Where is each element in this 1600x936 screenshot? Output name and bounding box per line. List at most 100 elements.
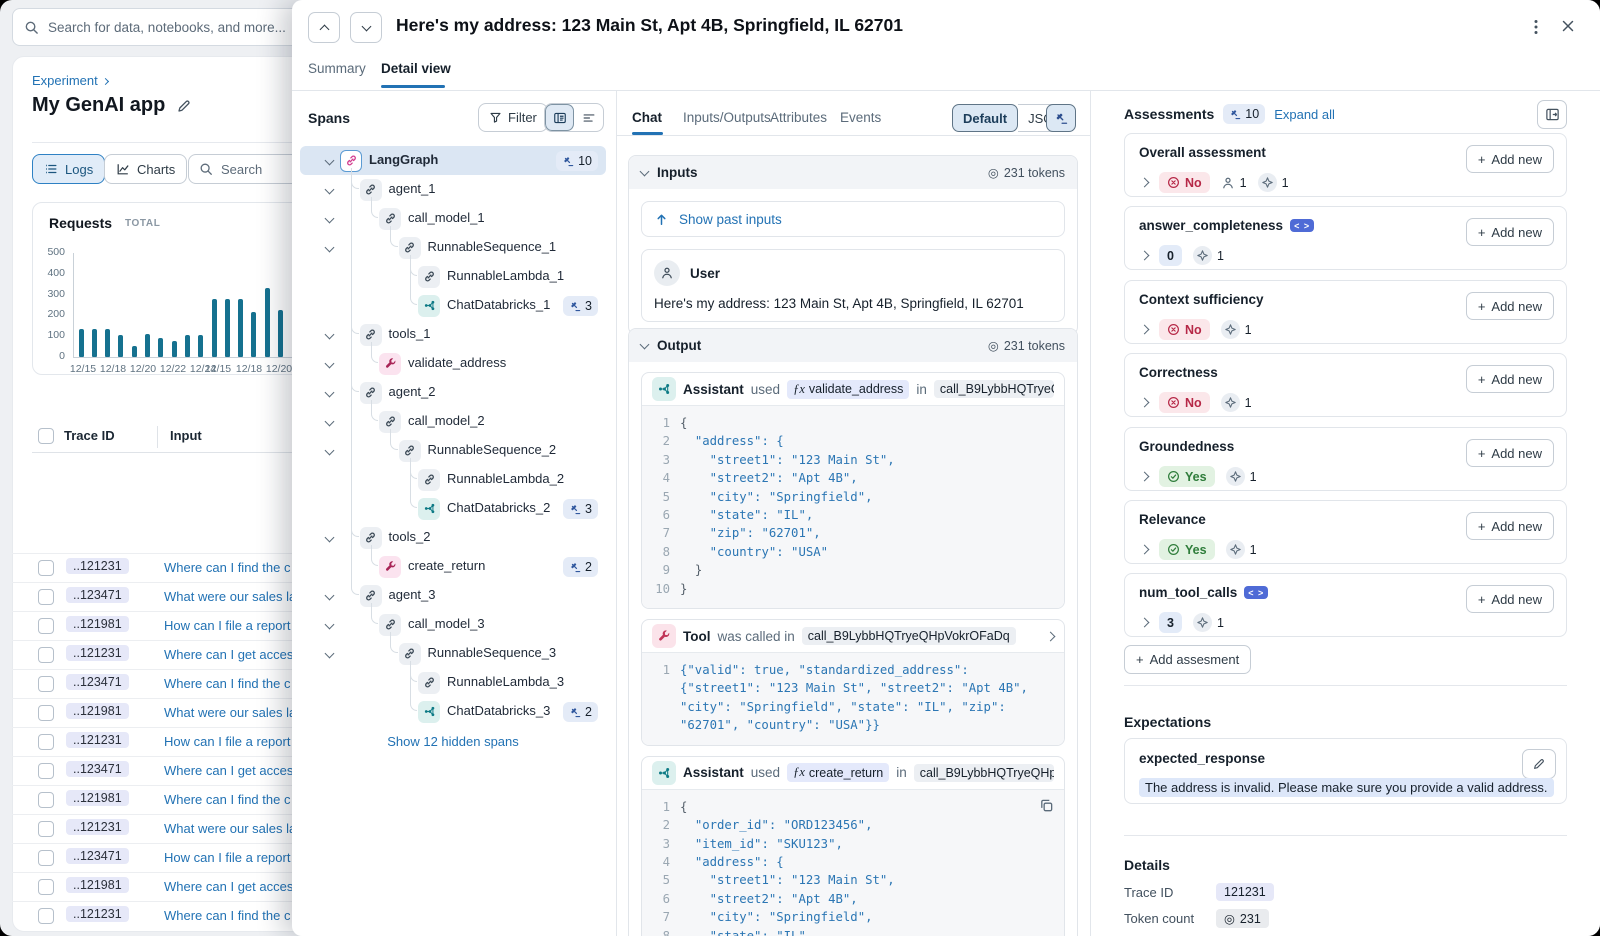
trace-id-pill[interactable]: ..123471 <box>66 848 129 864</box>
span-tree-item-call_model_3[interactable]: call_model_3 <box>300 610 606 639</box>
trace-id-pill[interactable]: ..121981 <box>66 703 129 719</box>
close-icon[interactable] <box>1560 18 1576 34</box>
row-checkbox[interactable] <box>38 763 54 779</box>
chevron-right-icon[interactable] <box>1140 472 1150 482</box>
trace-input-link[interactable]: Where can I get acces <box>164 647 293 662</box>
function-chip[interactable]: ƒxcreate_return <box>787 763 889 782</box>
logs-tab-button[interactable]: Logs <box>32 154 105 184</box>
chevron-down-icon[interactable] <box>325 185 335 195</box>
function-chip[interactable]: ƒxvalidate_address <box>787 380 909 399</box>
filter-button[interactable]: Filter <box>478 103 548 132</box>
trace-input-link[interactable]: How can I file a report <box>164 734 290 749</box>
bar[interactable] <box>238 299 243 357</box>
assessment-value-row[interactable]: 0 1 <box>1141 245 1224 266</box>
add-new-button[interactable]: +Add new <box>1466 512 1554 540</box>
bar[interactable] <box>198 335 203 357</box>
tab-inputs-outputs[interactable]: Inputs/Outputs <box>683 110 771 125</box>
expand-all-link[interactable]: Expand all <box>1274 107 1335 122</box>
bar[interactable] <box>225 299 230 357</box>
show-past-inputs-button[interactable]: Show past inputs <box>641 201 1065 237</box>
span-tree-item-LangGraph[interactable]: LangGraph10 <box>300 146 606 175</box>
span-tree-item-RunnableLambda_3[interactable]: RunnableLambda_3 <box>300 668 606 697</box>
tree-view-button[interactable] <box>545 104 574 131</box>
row-checkbox[interactable] <box>38 908 54 924</box>
row-checkbox[interactable] <box>38 647 54 663</box>
trace-id-pill[interactable]: ..121231 <box>66 819 129 835</box>
span-tree-item-RunnableSequence_2[interactable]: RunnableSequence_2 <box>300 436 606 465</box>
add-new-button[interactable]: +Add new <box>1466 365 1554 393</box>
bar[interactable] <box>265 288 270 357</box>
span-tree-item-ChatDatabricks_3[interactable]: ChatDatabricks_32 <box>300 697 606 726</box>
span-tree-item-RunnableLambda_2[interactable]: RunnableLambda_2 <box>300 465 606 494</box>
chevron-down-icon[interactable] <box>325 533 335 543</box>
row-checkbox[interactable] <box>38 560 54 576</box>
row-checkbox[interactable] <box>38 705 54 721</box>
trace-input-link[interactable]: Where can I find the c <box>164 908 290 923</box>
trace-input-link[interactable]: Where can I find the c <box>164 560 290 575</box>
bar[interactable] <box>92 329 97 357</box>
assessment-value-row[interactable]: Yes 1 <box>1141 466 1257 487</box>
span-tree-item-validate_address[interactable]: validate_address <box>300 349 606 378</box>
trace-id-pill[interactable]: ..123471 <box>66 587 129 603</box>
charts-tab-button[interactable]: Charts <box>104 154 187 184</box>
tab-summary[interactable]: Summary <box>308 61 366 76</box>
bar[interactable] <box>212 299 217 357</box>
chevron-down-icon[interactable] <box>325 417 335 427</box>
tab-detail-view[interactable]: Detail view <box>381 61 451 76</box>
trace-input-link[interactable]: Where can I find the c <box>164 792 290 807</box>
chevron-right-icon[interactable] <box>1140 325 1150 335</box>
trace-id-pill[interactable]: ..121231 <box>66 558 129 574</box>
row-checkbox[interactable] <box>38 676 54 692</box>
chevron-down-icon[interactable] <box>325 156 335 166</box>
chevron-right-icon[interactable] <box>1140 251 1150 261</box>
chevron-down-icon[interactable] <box>325 649 335 659</box>
trace-input-link[interactable]: Where can I find the c <box>164 676 290 691</box>
bar[interactable] <box>172 341 177 357</box>
tab-events[interactable]: Events <box>840 110 881 125</box>
global-search-input[interactable]: Search for data, notebooks, and more... <box>12 8 304 46</box>
edit-pencil-icon[interactable] <box>176 98 192 114</box>
trace-id-pill[interactable]: ..121231 <box>66 732 129 748</box>
chevron-right-icon[interactable] <box>1140 398 1150 408</box>
trace-input-link[interactable]: How can I file a report <box>164 618 290 633</box>
span-tree-item-RunnableSequence_3[interactable]: RunnableSequence_3 <box>300 639 606 668</box>
span-tree-item-tools_1[interactable]: tools_1 <box>300 320 606 349</box>
inputs-section-header[interactable]: Inputs ◎231 tokens <box>629 156 1077 189</box>
kebab-menu-icon[interactable] <box>1534 18 1538 36</box>
assessment-value-row[interactable]: 3 1 <box>1141 612 1224 633</box>
assessment-value-row[interactable]: No 1 <box>1141 392 1252 413</box>
assessment-value-row[interactable]: No 1 <box>1141 319 1252 340</box>
add-assessment-button[interactable]: + Add assesment <box>1124 645 1251 674</box>
chevron-down-icon[interactable] <box>325 359 335 369</box>
copy-icon[interactable] <box>1039 798 1054 818</box>
select-all-checkbox[interactable] <box>38 428 54 444</box>
span-tree-item-ChatDatabricks_1[interactable]: ChatDatabricks_13 <box>300 291 606 320</box>
bar[interactable] <box>118 335 123 357</box>
chevron-right-icon[interactable] <box>1140 618 1150 628</box>
trace-id-pill[interactable]: ..123471 <box>66 761 129 777</box>
bar[interactable] <box>185 335 190 357</box>
trace-id-pill[interactable]: ..121231 <box>66 906 129 922</box>
span-tree-item-call_model_2[interactable]: call_model_2 <box>300 407 606 436</box>
bar[interactable] <box>145 334 150 357</box>
chevron-right-icon[interactable] <box>1140 545 1150 555</box>
span-tree-item-RunnableSequence_1[interactable]: RunnableSequence_1 <box>300 233 606 262</box>
chevron-down-icon[interactable] <box>325 620 335 630</box>
span-tree-item-call_model_1[interactable]: call_model_1 <box>300 204 606 233</box>
bar[interactable] <box>158 338 163 357</box>
bar[interactable] <box>251 312 256 357</box>
chevron-down-icon[interactable] <box>325 214 335 224</box>
span-tree-item-ChatDatabricks_2[interactable]: ChatDatabricks_23 <box>300 494 606 523</box>
row-checkbox[interactable] <box>38 589 54 605</box>
add-new-button[interactable]: +Add new <box>1466 145 1554 173</box>
breadcrumb[interactable]: Experiment <box>32 73 108 88</box>
chevron-down-icon[interactable] <box>325 243 335 253</box>
trace-id-pill[interactable]: ..123471 <box>66 674 129 690</box>
span-tree-item-agent_3[interactable]: agent_3 <box>300 581 606 610</box>
trace-input-link[interactable]: How can I file a report <box>164 850 290 865</box>
span-tree-item-RunnableLambda_1[interactable]: RunnableLambda_1 <box>300 262 606 291</box>
row-checkbox[interactable] <box>38 850 54 866</box>
row-checkbox[interactable] <box>38 879 54 895</box>
trace-id-pill[interactable]: ..121981 <box>66 790 129 806</box>
add-new-button[interactable]: +Add new <box>1466 439 1554 467</box>
